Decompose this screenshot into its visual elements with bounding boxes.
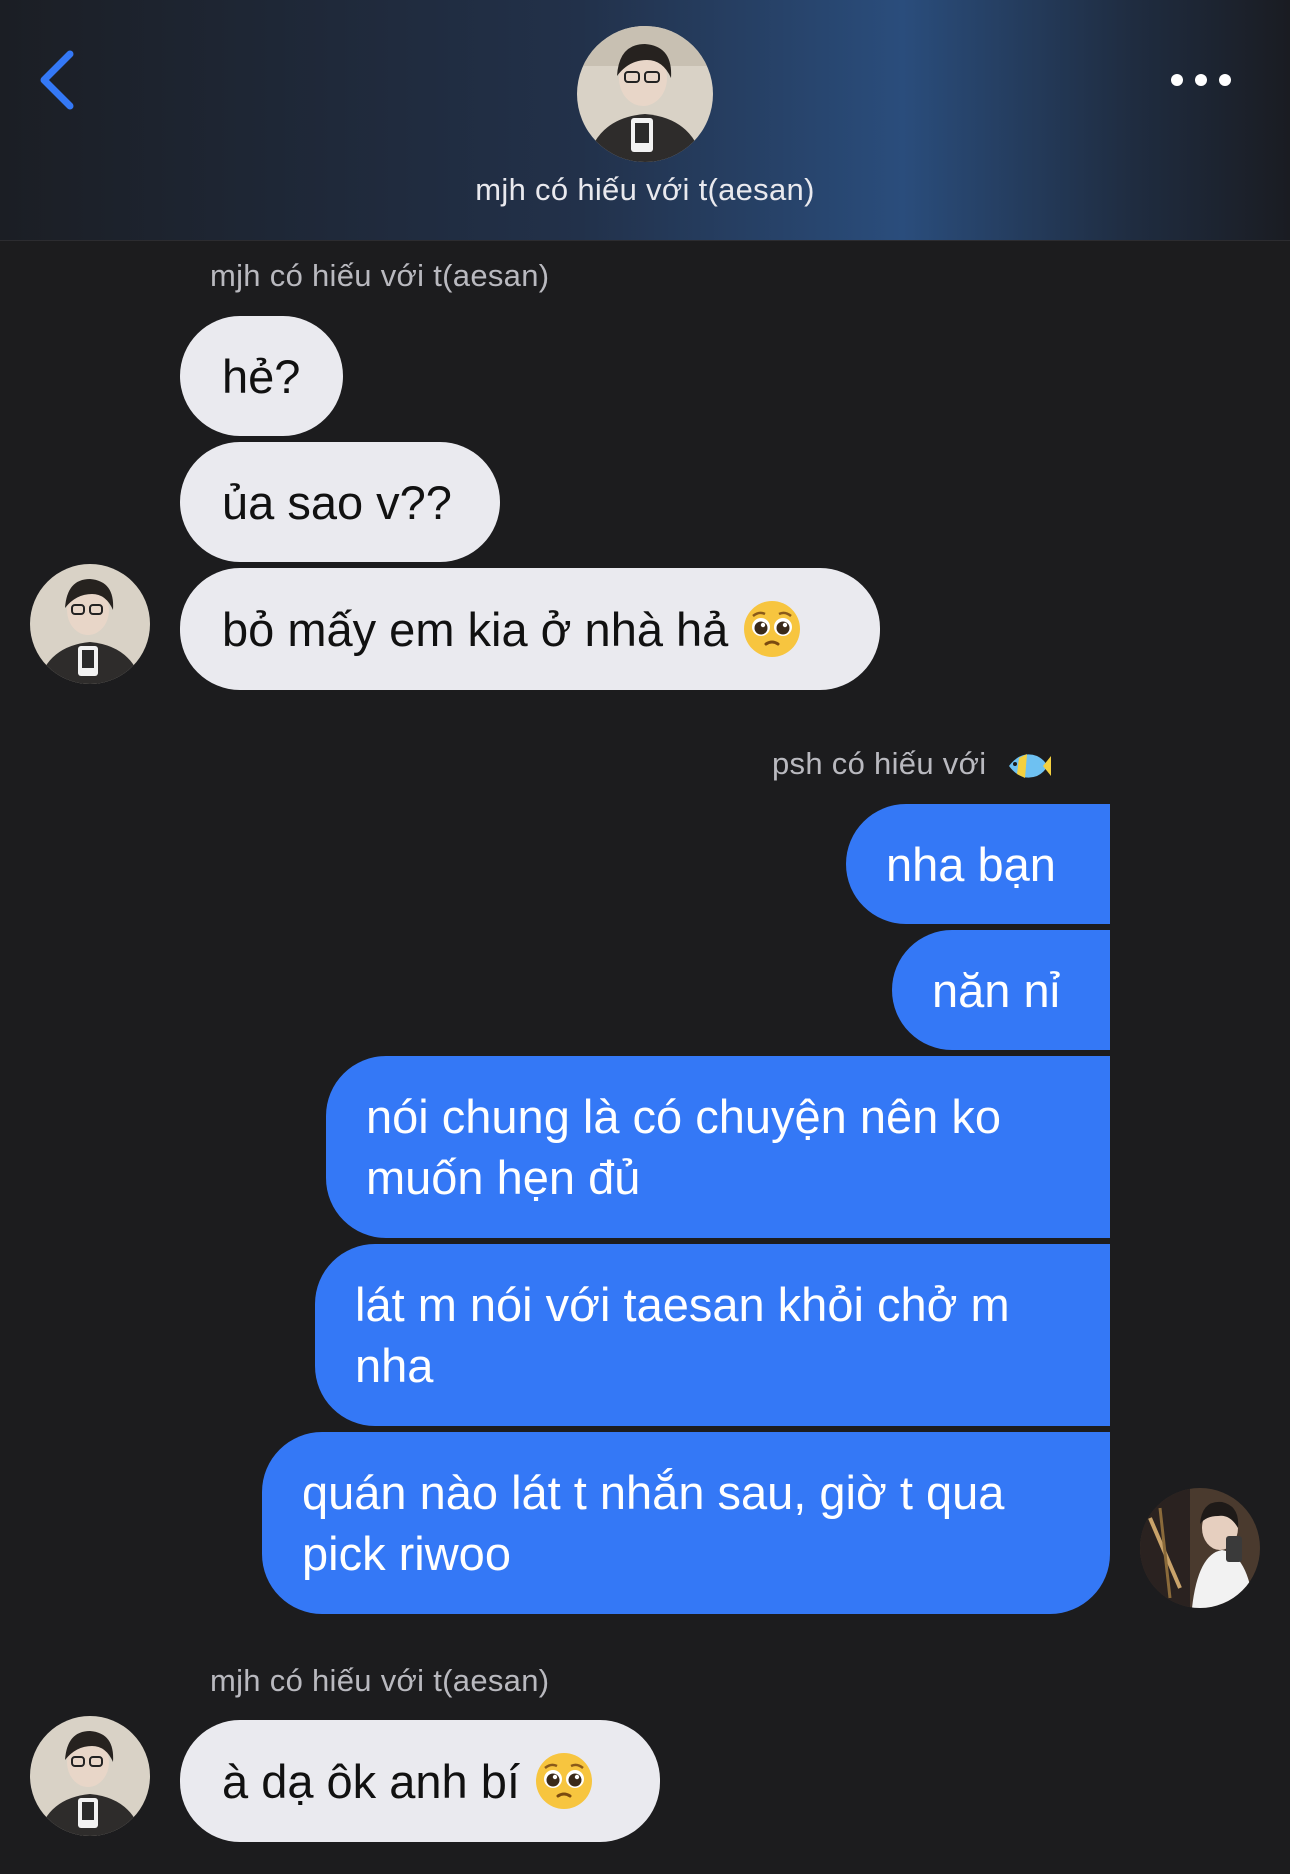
message-bubble-outgoing[interactable]: lát m nói với taesan khỏi chở m nha: [315, 1244, 1110, 1426]
tropical-fish-emoji-icon: [1009, 754, 1052, 778]
message-bubble-outgoing[interactable]: nói chung là có chuyện nên ko muốn hẹn đ…: [326, 1056, 1110, 1238]
message-bubble-incoming[interactable]: ủa sao v??: [180, 442, 500, 562]
sender-name: mjh có hiếu với t(aesan): [210, 258, 550, 293]
user-avatar-small[interactable]: [1140, 1488, 1260, 1608]
message-text: quán nào lát t nhắn sau, giờ t qua pick …: [302, 1462, 1004, 1584]
message-text-line: nha: [355, 1339, 434, 1392]
contact-avatar-small[interactable]: [30, 1716, 150, 1836]
message-text: ủa sao v??: [222, 475, 452, 529]
message-text: nha bạn: [886, 837, 1056, 891]
message-text: à dạ ôk anh bí: [222, 1754, 520, 1808]
message-bubble-incoming[interactable]: hẻ?: [180, 316, 343, 436]
message-text-line: muốn hẹn đủ: [366, 1151, 641, 1204]
pleading-face-emoji-icon: [744, 601, 801, 657]
message-text: bỏ mấy em kia ở nhà hả: [222, 602, 729, 656]
message-text: năn nỉ: [932, 963, 1061, 1017]
more-options-button[interactable]: [1160, 55, 1242, 105]
message-text: nói chung là có chuyện nên ko muốn hẹn đ…: [366, 1086, 1001, 1208]
contact-avatar[interactable]: [577, 26, 713, 162]
contact-name[interactable]: mjh có hiếu với t(aesan): [345, 172, 945, 208]
message-text-line: nói chung là có chuyện nên ko: [366, 1090, 1001, 1143]
message-bubble-outgoing[interactable]: nha bạn: [846, 804, 1110, 924]
contact-avatar-small[interactable]: [30, 564, 150, 684]
message-text-line: lát m nói với taesan khỏi chở m: [355, 1278, 1010, 1331]
sender-name: mjh có hiếu với t(aesan): [210, 1663, 550, 1698]
ellipsis-icon: [1171, 74, 1231, 86]
pleading-face-emoji-icon: [535, 1753, 592, 1809]
message-text-line: pick riwoo: [302, 1527, 511, 1580]
sender-name-text: psh có hiếu với: [772, 746, 987, 782]
message-bubble-outgoing[interactable]: năn nỉ: [892, 930, 1110, 1050]
message-bubble-incoming[interactable]: à dạ ôk anh bí: [180, 1720, 660, 1842]
message-text: lát m nói với taesan khỏi chở m nha: [355, 1274, 1010, 1396]
sender-name: psh có hiếu với: [772, 746, 1052, 786]
message-bubble-outgoing[interactable]: quán nào lát t nhắn sau, giờ t qua pick …: [262, 1432, 1110, 1614]
message-bubble-incoming[interactable]: bỏ mấy em kia ở nhà hả: [180, 568, 880, 690]
message-text-line: quán nào lát t nhắn sau, giờ t qua: [302, 1466, 1005, 1519]
chat-header: mjh có hiếu với t(aesan): [0, 0, 1290, 241]
back-button[interactable]: [26, 40, 86, 120]
chevron-left-icon: [40, 50, 74, 110]
message-text: hẻ?: [222, 349, 301, 403]
